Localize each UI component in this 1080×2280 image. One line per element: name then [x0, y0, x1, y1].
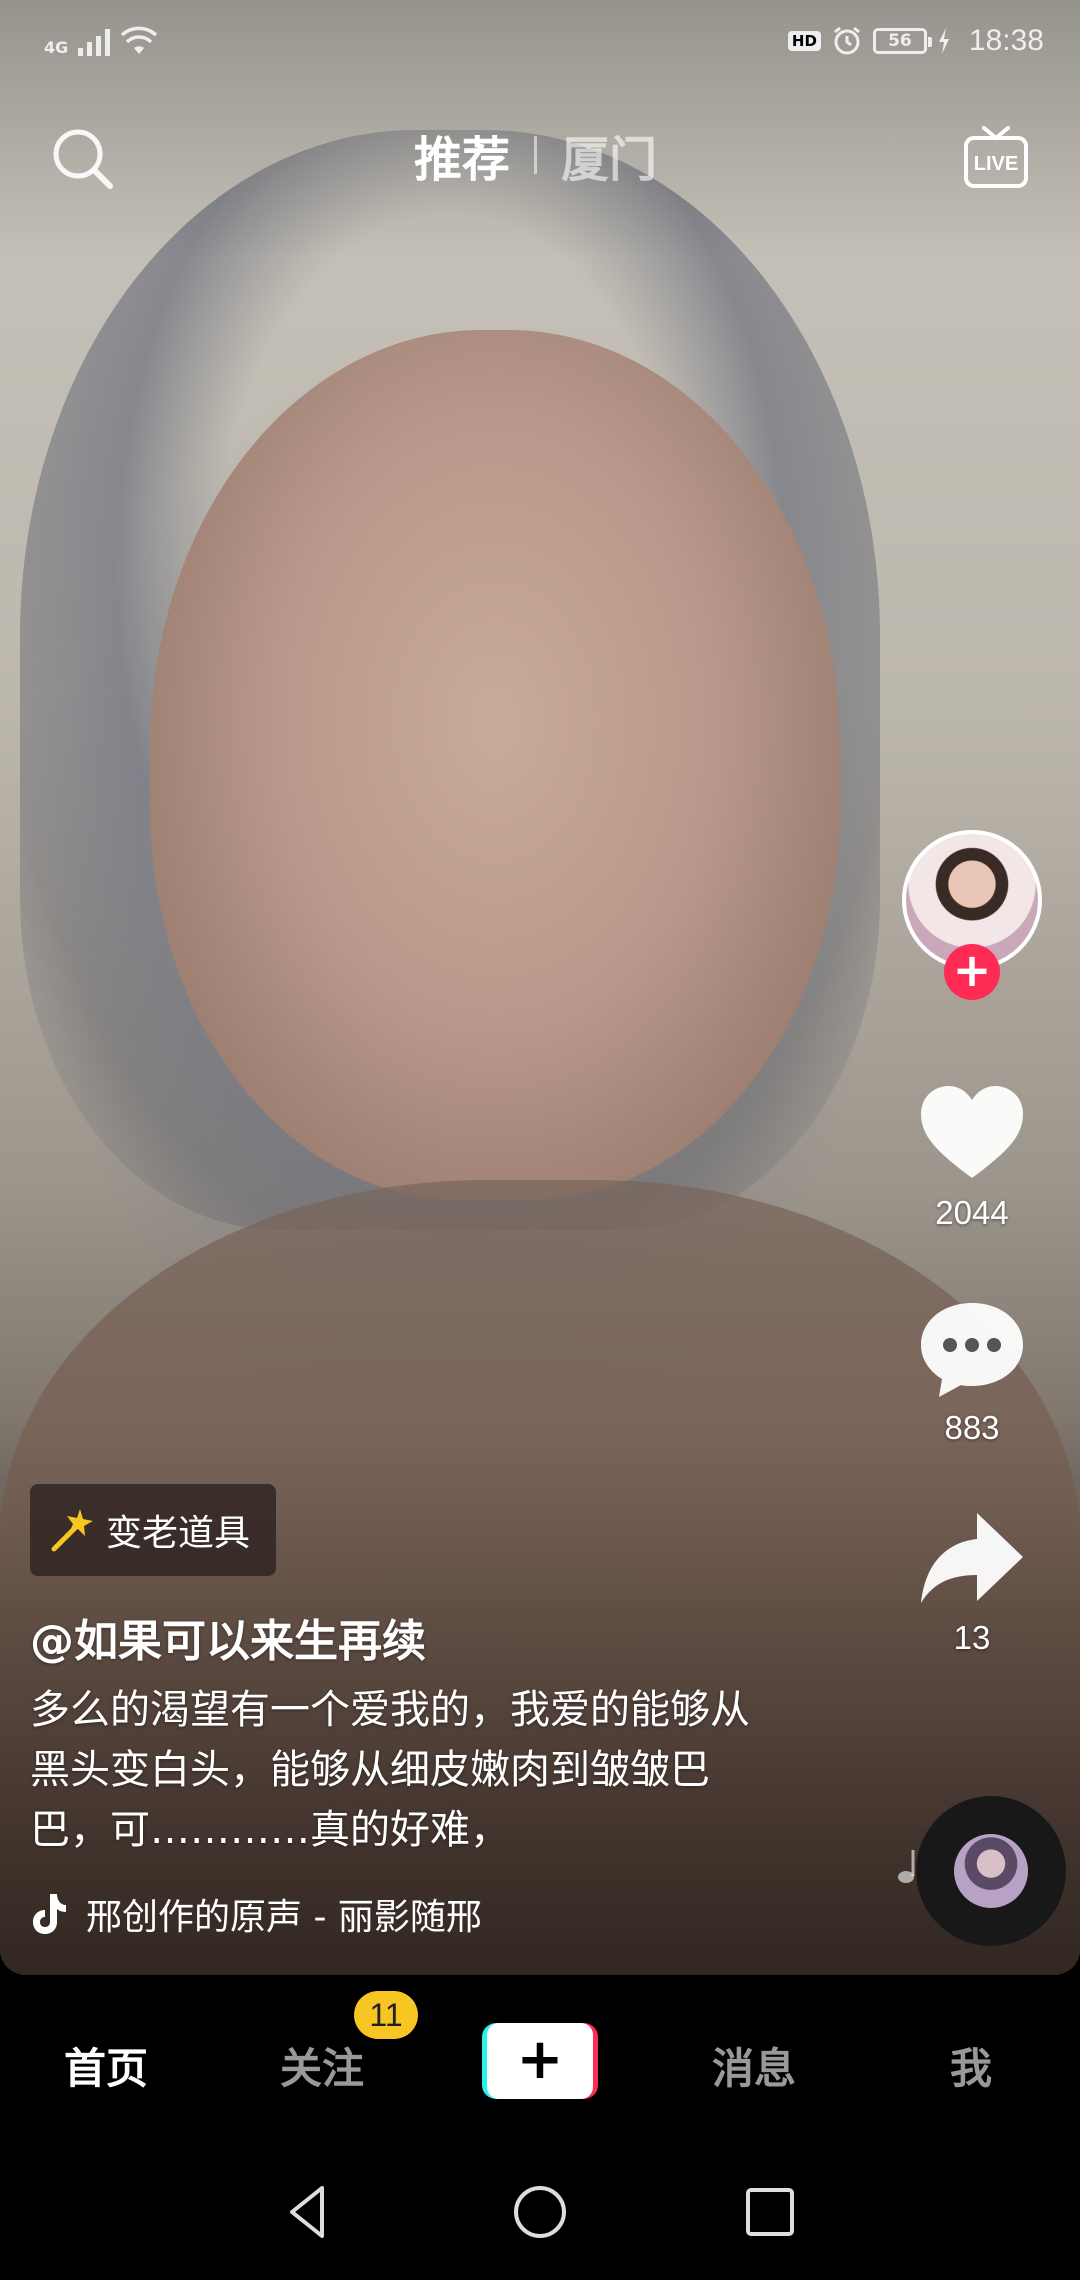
network-type: 4G: [44, 38, 69, 57]
home-icon[interactable]: [508, 2180, 572, 2244]
comment-count: 883: [944, 1409, 1000, 1446]
tab-home[interactable]: 首页: [64, 2035, 148, 2096]
clock: 18:38: [968, 24, 1044, 57]
signal-icon: [78, 26, 111, 56]
like-block: 2044: [902, 1080, 1042, 1232]
video-frame-face: [150, 330, 840, 1200]
status-left: 4G: [44, 26, 158, 56]
video-description: 多么的渴望有一个爱我的，我爱的能够从黑头变白头，能够从细皮嫩肉到皱皱巴巴，可………: [30, 1687, 750, 1853]
tab-local[interactable]: 厦门: [547, 120, 671, 190]
effect-tag[interactable]: 变老道具: [30, 1484, 277, 1576]
tab-me[interactable]: 我: [950, 2035, 992, 2096]
music-row[interactable]: 邢创作的原声 - 丽影随邢: [30, 1888, 482, 1940]
share-icon[interactable]: [917, 1505, 1027, 1615]
author-avatar-block: +: [902, 830, 1042, 1000]
author-name[interactable]: @如果可以来生再续: [30, 1605, 426, 1669]
wifi-icon: [121, 26, 158, 54]
tab-divider: [534, 136, 538, 174]
back-icon[interactable]: [278, 2180, 342, 2244]
recent-apps-icon[interactable]: [738, 2180, 802, 2244]
create-button[interactable]: +: [482, 2023, 598, 2099]
effect-label: 变老道具: [106, 1513, 251, 1554]
system-nav-bar: [0, 2150, 1080, 2280]
music-title: 邢创作的原声 - 丽影随邢: [86, 1897, 482, 1938]
share-block: 13: [902, 1505, 1042, 1657]
battery-icon: 56: [872, 28, 932, 54]
svg-text:LIVE: LIVE: [974, 153, 1018, 175]
comment-block: 883: [902, 1295, 1042, 1447]
search-icon[interactable]: [48, 124, 118, 194]
tab-recommend[interactable]: 推荐: [400, 120, 524, 190]
comment-icon[interactable]: [917, 1295, 1027, 1405]
status-right: HD 56 18:38: [787, 24, 1044, 58]
following-badge: 11: [354, 1991, 418, 2039]
status-bar: 4G HD 56 18:38: [0, 0, 1080, 90]
bottom-tab-bar: 首页 关注 11 + 消息 我: [0, 1975, 1080, 2150]
tab-messages[interactable]: 消息: [712, 2035, 796, 2096]
live-icon[interactable]: LIVE: [960, 122, 1032, 194]
like-count: 2044: [935, 1194, 1009, 1231]
tab-following[interactable]: 关注: [280, 2035, 364, 2096]
top-nav: 推荐 厦门 LIVE: [0, 110, 1080, 200]
create-plus-icon: +: [487, 2023, 593, 2099]
magic-wand-icon: [51, 1509, 93, 1552]
alarm-icon: [833, 26, 860, 55]
feed-tabs: 推荐 厦门: [400, 120, 671, 190]
music-disc[interactable]: [916, 1796, 1066, 1946]
charging-icon: [938, 28, 949, 54]
heart-icon[interactable]: [917, 1080, 1027, 1190]
music-cover: [954, 1834, 1028, 1908]
hd-badge: HD: [787, 31, 821, 51]
tiktok-logo-icon: [33, 1894, 66, 1934]
follow-button[interactable]: +: [944, 944, 1000, 1000]
share-count: 13: [953, 1619, 991, 1656]
